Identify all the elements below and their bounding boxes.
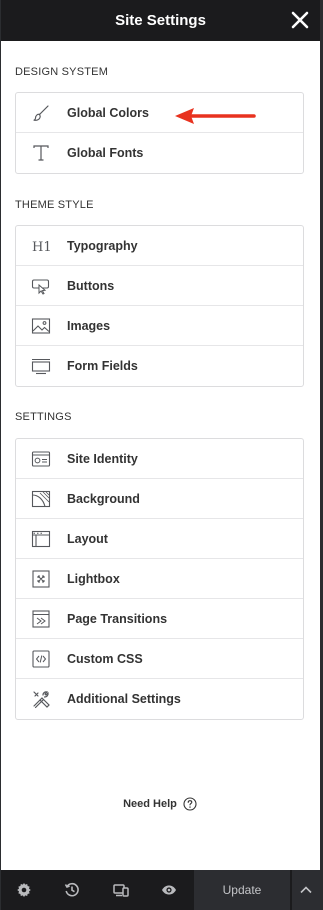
- menu-item-label: Background: [67, 491, 140, 506]
- image-icon: [30, 315, 52, 337]
- font-t-icon: [30, 142, 52, 164]
- annotation-arrow: [175, 108, 256, 124]
- code-icon: [30, 648, 52, 670]
- settings-card: Site Identity Background Layout Lightbox…: [15, 438, 304, 720]
- need-help-label: Need Help: [123, 798, 177, 810]
- brush-icon: [30, 102, 52, 124]
- menu-item-label: Typography: [67, 238, 138, 253]
- theme-style-card: H1 Typography Buttons Images Form Fields: [15, 225, 304, 387]
- menu-item-label: Lightbox: [67, 571, 120, 586]
- panel-header: Site Settings: [1, 0, 320, 41]
- background-icon: [30, 488, 52, 510]
- menu-item-global-fonts[interactable]: Global Fonts: [16, 133, 303, 173]
- menu-item-label: Form Fields: [67, 359, 138, 373]
- menu-item-label: Images: [67, 318, 111, 333]
- update-button[interactable]: Update: [194, 870, 290, 910]
- lightbox-icon: [30, 568, 52, 590]
- menu-item-label: Custom CSS: [67, 651, 143, 666]
- page-transitions-icon: [30, 608, 52, 630]
- settings-button[interactable]: [2, 870, 46, 910]
- menu-item-label: Layout: [67, 531, 108, 546]
- section-title-theme-style: THEME STYLE: [15, 199, 94, 211]
- help-icon: [183, 797, 197, 811]
- responsive-icon: [113, 884, 129, 897]
- menu-item-label: Global Colors: [67, 105, 149, 120]
- form-field-icon: [30, 355, 52, 377]
- preview-button[interactable]: [147, 870, 191, 910]
- menu-item-page-transitions[interactable]: Page Transitions: [16, 599, 303, 639]
- design-system-card: Global Colors Global Fonts: [15, 92, 304, 174]
- need-help-link[interactable]: Need Help: [0, 797, 320, 811]
- close-icon: [291, 11, 309, 29]
- menu-item-label: Page Transitions: [67, 611, 168, 626]
- menu-item-custom-css[interactable]: Custom CSS: [16, 639, 303, 679]
- section-title-settings: SETTINGS: [15, 411, 72, 423]
- responsive-mode-button[interactable]: [99, 870, 143, 910]
- menu-item-images[interactable]: Images: [16, 306, 303, 346]
- site-identity-icon: [30, 448, 52, 470]
- eye-icon: [162, 885, 176, 895]
- heading-h1-icon: H1: [30, 235, 52, 257]
- menu-item-form-fields[interactable]: Form Fields: [16, 346, 303, 386]
- menu-item-global-colors[interactable]: Global Colors: [16, 93, 303, 133]
- gear-icon: [17, 883, 31, 897]
- layout-icon: [30, 528, 52, 550]
- menu-item-label: Buttons: [67, 278, 115, 293]
- history-button[interactable]: [50, 870, 94, 910]
- svg-text:H1: H1: [32, 240, 51, 255]
- page-title: Site Settings: [115, 12, 206, 29]
- panel-footer: Update: [1, 870, 320, 910]
- history-icon: [64, 882, 79, 897]
- menu-item-typography[interactable]: H1 Typography: [16, 226, 303, 266]
- menu-item-site-identity[interactable]: Site Identity: [16, 439, 303, 479]
- menu-item-lightbox[interactable]: Lightbox: [16, 559, 303, 599]
- menu-item-buttons[interactable]: Buttons: [16, 266, 303, 306]
- menu-item-additional-settings[interactable]: Additional Settings: [16, 679, 303, 719]
- update-options-button[interactable]: [291, 870, 320, 910]
- chevron-up-icon: [300, 886, 312, 894]
- menu-item-background[interactable]: Background: [16, 479, 303, 519]
- menu-item-label: Site Identity: [67, 451, 138, 466]
- menu-item-label: Global Fonts: [67, 146, 144, 160]
- panel-left-border: [0, 0, 1, 910]
- section-title-design-system: DESIGN SYSTEM: [15, 66, 109, 78]
- menu-item-label: Additional Settings: [67, 692, 181, 706]
- button-pointer-icon: [30, 275, 52, 297]
- close-button[interactable]: [288, 8, 312, 32]
- menu-item-layout[interactable]: Layout: [16, 519, 303, 559]
- tools-icon: [30, 688, 52, 710]
